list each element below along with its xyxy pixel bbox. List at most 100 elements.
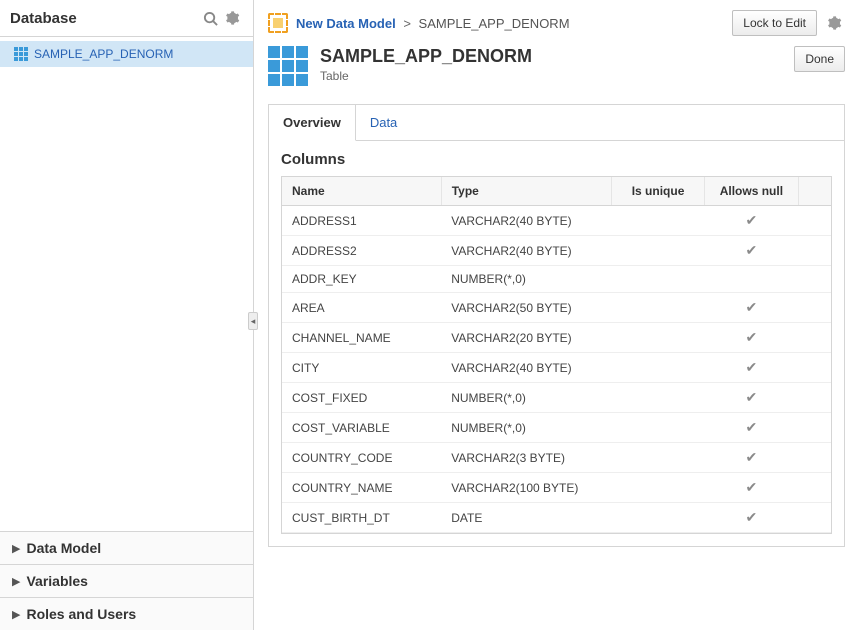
cell-nullable: ✔ (705, 533, 798, 534)
check-icon: ✔ (746, 509, 758, 525)
col-header-nullable[interactable]: Allows null (705, 177, 798, 206)
cell-unique (611, 236, 704, 266)
cell-extra (798, 473, 831, 503)
chevron-right-icon: ▶ (12, 542, 20, 555)
cell-extra (798, 206, 831, 236)
sidebar-section-variables[interactable]: ▶ Variables (0, 564, 253, 597)
cell-name: ADDRESS2 (282, 236, 441, 266)
check-icon: ✔ (746, 389, 758, 405)
table-row[interactable]: CHANNEL_NAMEVARCHAR2(20 BYTE) ✔ (282, 323, 831, 353)
cell-nullable: ✔ (705, 206, 798, 236)
tree-item-sample-app-denorm[interactable]: SAMPLE_APP_DENORM (0, 41, 253, 67)
columns-grid: Name Type Is unique Allows null ADDRESS1… (282, 177, 831, 533)
check-icon: ✔ (746, 329, 758, 345)
check-icon: ✔ (746, 449, 758, 465)
table-row[interactable]: CITYVARCHAR2(40 BYTE) ✔ (282, 353, 831, 383)
cell-unique (611, 383, 704, 413)
cell-name: CHANNEL_NAME (282, 323, 441, 353)
tab-overview[interactable]: Overview (269, 105, 356, 141)
cell-type: NUMBER(*,0) (441, 533, 611, 534)
cell-extra (798, 413, 831, 443)
page-subtitle: Table (320, 69, 788, 83)
cell-type: VARCHAR2(50 BYTE) (441, 293, 611, 323)
cell-extra (798, 443, 831, 473)
cell-unique (611, 206, 704, 236)
check-icon: ✔ (746, 242, 758, 258)
cell-name: COST_FIXED (282, 383, 441, 413)
tab-data[interactable]: Data (356, 105, 412, 140)
table-row[interactable]: ADDR_KEYNUMBER(*,0) (282, 266, 831, 293)
cell-nullable: ✔ (705, 443, 798, 473)
cell-unique (611, 533, 704, 534)
done-button[interactable]: Done (794, 46, 845, 72)
cell-type: VARCHAR2(40 BYTE) (441, 206, 611, 236)
sidebar-section-label: Data Model (26, 540, 101, 556)
cell-extra (798, 383, 831, 413)
chevron-right-icon: ▶ (12, 575, 20, 588)
cell-name: AREA (282, 293, 441, 323)
col-header-type[interactable]: Type (441, 177, 611, 206)
cell-type: VARCHAR2(100 BYTE) (441, 473, 611, 503)
cell-unique (611, 473, 704, 503)
cell-extra (798, 236, 831, 266)
sidebar-section-data-model[interactable]: ▶ Data Model (0, 531, 253, 564)
collapse-sidebar-handle[interactable]: ◂ (248, 312, 258, 330)
table-row[interactable]: CUST_BIRTH_DTDATE✔ (282, 503, 831, 533)
gear-icon[interactable] (221, 7, 243, 29)
cell-nullable: ✔ (705, 413, 798, 443)
cell-extra (798, 533, 831, 534)
page-title: SAMPLE_APP_DENORM (320, 46, 788, 67)
table-icon (268, 46, 308, 86)
table-row[interactable]: AREAVARCHAR2(50 BYTE) ✔ (282, 293, 831, 323)
table-row[interactable]: COUNTRY_CODEVARCHAR2(3 BYTE) ✔ (282, 443, 831, 473)
breadcrumb-sep: > (403, 16, 411, 31)
cell-name: COUNTRY_CODE (282, 443, 441, 473)
columns-grid-scroll[interactable]: Name Type Is unique Allows null ADDRESS1… (282, 177, 831, 533)
cell-unique (611, 323, 704, 353)
gear-icon[interactable] (823, 12, 845, 34)
sidebar-title: Database (10, 10, 199, 27)
table-row[interactable]: COST_FIXEDNUMBER(*,0) ✔ (282, 383, 831, 413)
cell-name: CUST_BIRTH_DT (282, 503, 441, 533)
cell-unique (611, 413, 704, 443)
cell-type: VARCHAR2(20 BYTE) (441, 323, 611, 353)
lock-to-edit-button[interactable]: Lock to Edit (732, 10, 817, 36)
table-row[interactable]: COST_VARIABLENUMBER(*,0)✔ (282, 413, 831, 443)
table-row[interactable]: COUNTRY_NAMEVARCHAR2(100 BYTE)✔ (282, 473, 831, 503)
check-icon: ✔ (746, 419, 758, 435)
main: New Data Model > SAMPLE_APP_DENORM Lock … (254, 0, 857, 630)
table-row[interactable]: ADDRESS1VARCHAR2(40 BYTE)✔ (282, 206, 831, 236)
chevron-right-icon: ▶ (12, 608, 20, 621)
check-icon: ✔ (746, 299, 758, 315)
cell-nullable: ✔ (705, 236, 798, 266)
cell-type: VARCHAR2(3 BYTE) (441, 443, 611, 473)
table-icon (14, 47, 28, 61)
cell-type: VARCHAR2(40 BYTE) (441, 353, 611, 383)
col-header-unique[interactable]: Is unique (611, 177, 704, 206)
cell-type: NUMBER(*,0) (441, 266, 611, 293)
cell-unique (611, 353, 704, 383)
sidebar-section-label: Roles and Users (26, 606, 136, 622)
cell-extra (798, 266, 831, 293)
table-row[interactable]: CUST_CRDT_RATENUMBER(*,0)✔ (282, 533, 831, 534)
cell-nullable (705, 266, 798, 293)
cell-name: CITY (282, 353, 441, 383)
sidebar: Database SAMPLE_APP_DENORM ▶ Data Model … (0, 0, 254, 630)
sidebar-section-roles[interactable]: ▶ Roles and Users (0, 597, 253, 630)
cell-extra (798, 353, 831, 383)
table-row[interactable]: ADDRESS2VARCHAR2(40 BYTE) ✔ (282, 236, 831, 266)
cell-unique (611, 443, 704, 473)
sidebar-section-label: Variables (26, 573, 88, 589)
breadcrumb-root[interactable]: New Data Model (296, 16, 396, 31)
check-icon: ✔ (746, 212, 758, 228)
col-header-name[interactable]: Name (282, 177, 441, 206)
col-header-extra (798, 177, 831, 206)
check-icon: ✔ (746, 359, 758, 375)
breadcrumb-current: SAMPLE_APP_DENORM (419, 16, 570, 31)
data-model-icon (268, 13, 288, 33)
tabs: Overview Data (269, 105, 844, 141)
cell-unique (611, 266, 704, 293)
search-icon[interactable] (199, 7, 221, 29)
cell-type: VARCHAR2(40 BYTE) (441, 236, 611, 266)
cell-type: NUMBER(*,0) (441, 383, 611, 413)
